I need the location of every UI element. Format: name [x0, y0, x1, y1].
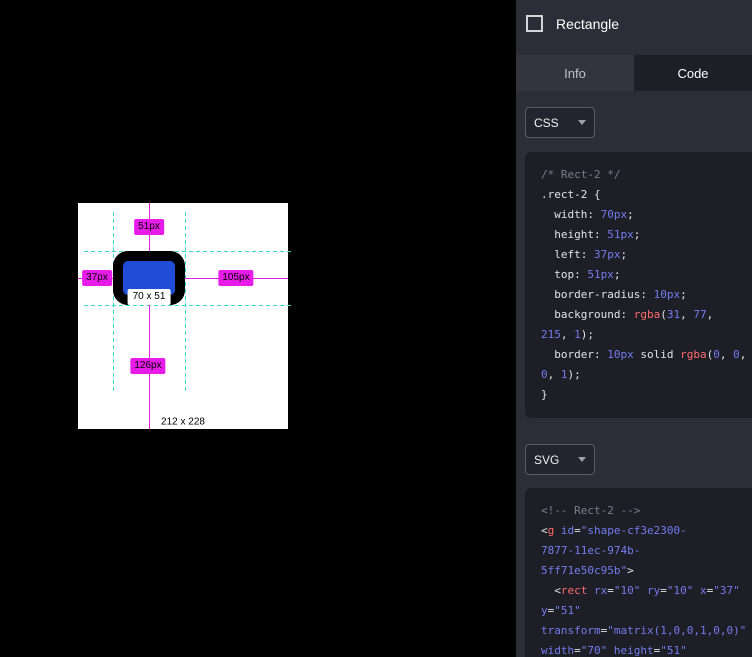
- board[interactable]: [78, 203, 288, 429]
- code-line: .rect-2 {: [541, 185, 752, 205]
- canvas[interactable]: 51px 37px 105px 126px 70 x 51 212 x 228: [0, 0, 516, 657]
- svg-format-select[interactable]: SVG: [525, 444, 595, 475]
- rectangle-shape-icon: [526, 15, 543, 32]
- chevron-down-icon: [578, 120, 586, 125]
- css-format-select-value: CSS: [534, 116, 559, 130]
- code-line: transform="matrix(1,0,0,1,0,0)": [541, 621, 752, 641]
- code-line: 5ff71e50c95b">: [541, 561, 752, 581]
- css-format-select[interactable]: CSS: [525, 107, 595, 138]
- code-line: y="51": [541, 601, 752, 621]
- code-line: <g id="shape-cf3e2300-: [541, 521, 752, 541]
- code-line: 0, 1);: [541, 365, 752, 385]
- code-line: /* Rect-2 */: [541, 165, 752, 185]
- css-code-block: /* Rect-2 */.rect-2 { width: 70px; heigh…: [525, 152, 752, 418]
- guide-line-left: [113, 212, 114, 392]
- code-line: }: [541, 385, 752, 405]
- measurement-badge-left: 37px: [82, 270, 112, 286]
- measurement-badge-bottom: 126px: [130, 358, 165, 374]
- tab-info[interactable]: Info: [516, 55, 634, 91]
- measurement-badge-top: 51px: [134, 219, 164, 235]
- code-line: width="70" height="51": [541, 641, 752, 657]
- code-line: border-radius: 10px;: [541, 285, 752, 305]
- guide-line-top: [84, 251, 292, 252]
- code-line: 215, 1);: [541, 325, 752, 345]
- code-line: border: 10px solid rgba(0, 0,: [541, 345, 752, 365]
- code-line: left: 37px;: [541, 245, 752, 265]
- chevron-down-icon: [578, 457, 586, 462]
- code-line: 7877-11ec-974b-: [541, 541, 752, 561]
- code-line: top: 51px;: [541, 265, 752, 285]
- app-window: 51px 37px 105px 126px 70 x 51 212 x 228 …: [0, 0, 752, 657]
- tab-code[interactable]: Code: [634, 55, 752, 91]
- measurement-badge-right: 105px: [218, 270, 253, 286]
- svg-format-select-value: SVG: [534, 453, 559, 467]
- code-line: background: rgba(31, 77,: [541, 305, 752, 325]
- sidebar-tabs: Info Code: [516, 55, 752, 91]
- selected-shape-name: Rectangle: [556, 16, 619, 32]
- board-size-label: 212 x 228: [161, 417, 205, 428]
- svg-code-block: <!-- Rect-2 --><g id="shape-cf3e2300-787…: [525, 488, 752, 657]
- code-line: height: 51px;: [541, 225, 752, 245]
- guide-line-right: [185, 212, 186, 392]
- code-line: width: 70px;: [541, 205, 752, 225]
- right-sidebar: Rectangle Info Code CSS /* Rect-2 */.rec…: [516, 0, 752, 657]
- guide-line-bottom: [84, 305, 292, 306]
- code-line: <!-- Rect-2 -->: [541, 501, 752, 521]
- code-line: <rect rx="10" ry="10" x="37": [541, 581, 752, 601]
- selected-shape-header: Rectangle: [516, 0, 752, 47]
- shape-size-label: 70 x 51: [128, 289, 171, 305]
